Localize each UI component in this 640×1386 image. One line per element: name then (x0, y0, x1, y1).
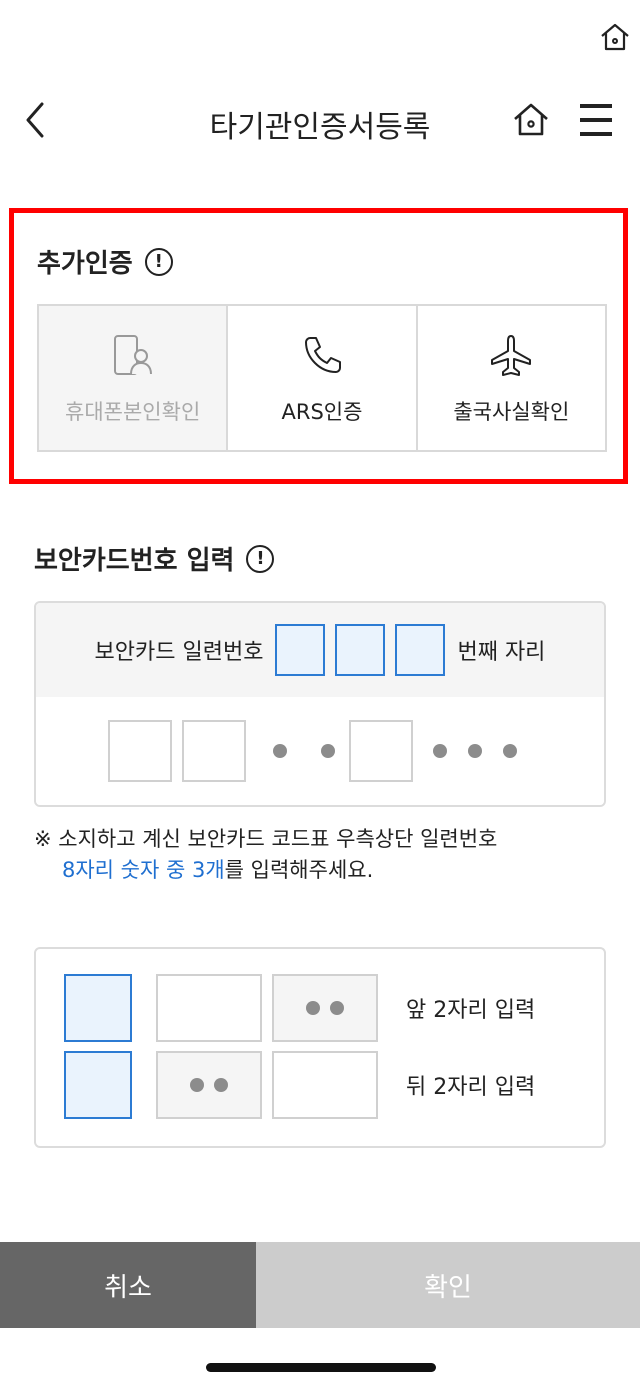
serial-digit-input-3[interactable] (395, 624, 446, 676)
notice-line-1: ※ 소지하고 계신 보안카드 코드표 우측상단 일련번호 (34, 827, 498, 851)
auth-option-label: ARS인증 (281, 400, 363, 424)
notice-highlight: 8자리 숫자 중 3개 (62, 858, 225, 882)
masked-digit-dot (330, 1001, 344, 1015)
input-guide-panel: 앞 2자리 입력 뒤 2자리 입력 (34, 947, 606, 1148)
masked-digit-dot (273, 744, 287, 758)
serial-prefix-label: 보안카드 일련번호 (94, 640, 264, 665)
guide-input-box (272, 1051, 378, 1119)
security-card-panel: 보안카드 일련번호 번째 자리 (34, 601, 606, 807)
serial-digit-input-1[interactable] (275, 624, 326, 676)
menu-icon[interactable] (576, 100, 616, 140)
phone-person-icon (113, 335, 152, 375)
card-code-input-3[interactable] (349, 720, 413, 782)
masked-digit-dot (433, 744, 447, 758)
additional-auth-title-text: 추가인증 (37, 249, 133, 279)
additional-auth-section: 추가인증 ! 휴대폰본인확인 ARS인증 출국사실확인 (9, 208, 628, 484)
security-card-title-text: 보안카드번호 입력 (34, 546, 235, 576)
guide-label-back: 뒤 2자리 입력 (406, 1075, 536, 1100)
masked-digit-dot (468, 744, 482, 758)
guide-serial-box (64, 1051, 132, 1119)
footer-actions: 취소 확인 (0, 1242, 640, 1328)
notice-rest: 를 입력해주세요. (224, 858, 374, 882)
info-alert-icon[interactable]: ! (246, 544, 275, 573)
home-indicator-bar[interactable] (206, 1363, 436, 1372)
status-home-icon[interactable] (598, 20, 632, 54)
masked-digit-dot (214, 1078, 228, 1092)
guide-row-front: 앞 2자리 입력 (64, 974, 535, 1042)
card-code-row (36, 697, 604, 805)
auth-option-departure[interactable]: 출국사실확인 (417, 306, 605, 450)
masked-digit-dot (321, 744, 335, 758)
confirm-button[interactable]: 확인 (256, 1242, 640, 1328)
masked-digit-dot (306, 1001, 320, 1015)
guide-serial-box (64, 974, 132, 1042)
security-card-notice: ※ 소지하고 계신 보안카드 코드표 우측상단 일련번호 8자리 숫자 중 3개… (34, 824, 497, 886)
serial-number-row: 보안카드 일련번호 번째 자리 (36, 603, 604, 697)
masked-digit-dot (503, 744, 517, 758)
phone-handset-icon (304, 337, 341, 373)
auth-option-label: 휴대폰본인확인 (65, 400, 201, 424)
guide-masked-box (272, 974, 378, 1042)
additional-auth-title: 추가인증 ! (37, 243, 173, 280)
auth-option-phone[interactable]: 휴대폰본인확인 (39, 306, 229, 450)
guide-masked-box (156, 1051, 262, 1119)
home-button[interactable] (510, 100, 552, 140)
auth-option-label: 출국사실확인 (453, 400, 570, 424)
airplane-icon (491, 335, 532, 376)
serial-suffix-label: 번째 자리 (457, 640, 546, 665)
cancel-button[interactable]: 취소 (0, 1242, 256, 1328)
guide-label-front: 앞 2자리 입력 (406, 998, 536, 1023)
auth-option-ars[interactable]: ARS인증 (228, 306, 418, 450)
guide-input-box (156, 974, 262, 1042)
auth-option-group: 휴대폰본인확인 ARS인증 출국사실확인 (37, 304, 607, 452)
masked-digit-dot (190, 1078, 204, 1092)
notice-line-2: 8자리 숫자 중 3개를 입력해주세요. (34, 855, 497, 886)
security-card-title: 보안카드번호 입력 ! (34, 540, 275, 577)
info-alert-icon[interactable]: ! (144, 247, 173, 276)
guide-row-back: 뒤 2자리 입력 (64, 1051, 535, 1119)
serial-digit-input-2[interactable] (335, 624, 386, 676)
card-code-input-2[interactable] (182, 720, 246, 782)
app-header: 타기관인증서등록 (0, 80, 640, 160)
card-code-input-1[interactable] (108, 720, 172, 782)
